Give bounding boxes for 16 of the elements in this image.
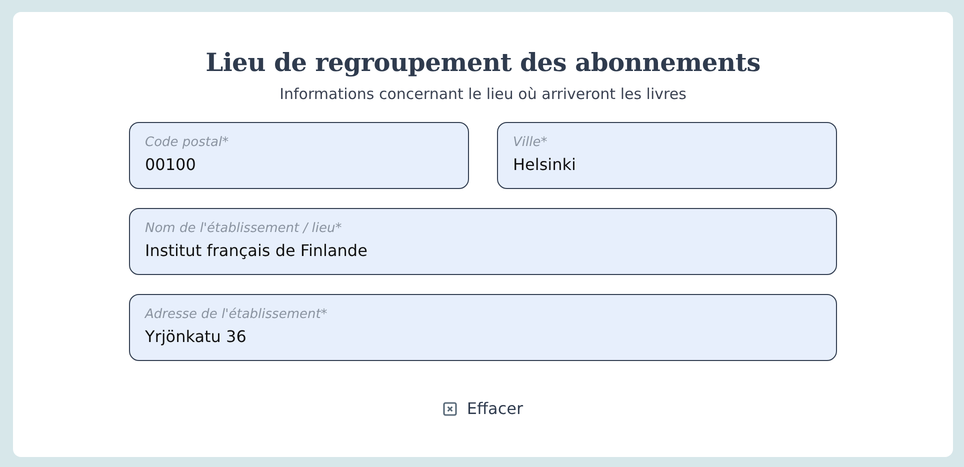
- input-field[interactable]: Nom de l'établissement / lieu* Institut français de Finlande: [129, 208, 837, 275]
- field-value: Institut français de Finlande: [145, 241, 368, 261]
- input-field[interactable]: Adresse de l'établissement* Yrjönkatu 36: [129, 294, 837, 361]
- input-field[interactable]: Ville* Helsinki: [497, 122, 837, 189]
- page-title: Lieu de regroupement des abonnements: [206, 47, 760, 79]
- field-value: Helsinki: [513, 155, 576, 175]
- close-icon: [442, 402, 457, 416]
- field-label: Adresse de l'établissement*: [145, 306, 328, 324]
- page-subtitle: Informations concernant le lieu où arriveront les livres: [280, 84, 686, 104]
- field-label: Ville*: [513, 134, 548, 152]
- field-label: Nom de l'établissement / lieu*: [145, 220, 342, 238]
- field-value: 00100: [145, 155, 196, 175]
- clear-button[interactable]: Effacer: [438, 395, 528, 422]
- field-label: Code postal*: [145, 134, 229, 152]
- input-field[interactable]: Code postal* 00100: [129, 122, 469, 189]
- field-value: Yrjönkatu 36: [145, 327, 246, 347]
